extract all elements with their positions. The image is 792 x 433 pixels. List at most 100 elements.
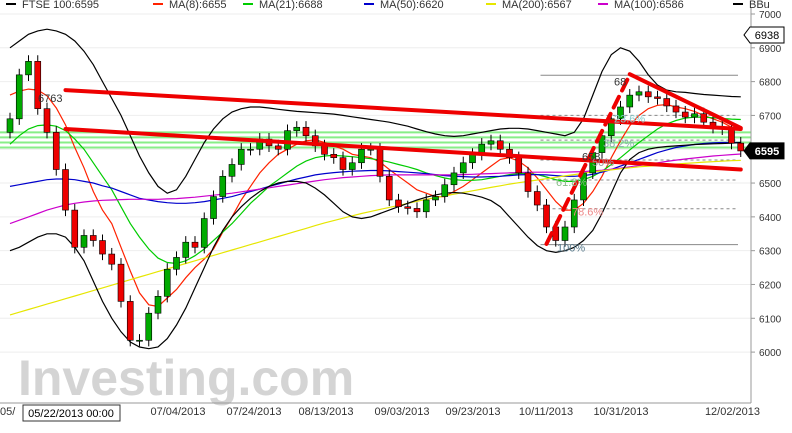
- candle-body[interactable]: [728, 128, 735, 144]
- candle-body[interactable]: [321, 145, 328, 155]
- candle-body[interactable]: [25, 61, 32, 76]
- crosshair-date-text: 05/22/2013 00:00: [28, 408, 114, 420]
- price-tag-label: 6938: [755, 30, 779, 42]
- legend-entry: MA(21):6688: [259, 0, 323, 11]
- candle-body[interactable]: [413, 208, 421, 213]
- candle-body[interactable]: [117, 263, 125, 302]
- candle-body[interactable]: [136, 339, 143, 342]
- candle-body[interactable]: [404, 206, 412, 209]
- fib-label: 38.2%: [603, 138, 634, 150]
- y-tick-label: 6900: [759, 44, 782, 55]
- legend-entry: MA(50):6620: [380, 0, 444, 11]
- candle-body[interactable]: [672, 105, 680, 113]
- candle-body[interactable]: [274, 145, 282, 150]
- candle-body[interactable]: [450, 172, 458, 186]
- y-tick-label: 6800: [759, 78, 782, 89]
- candle-body[interactable]: [459, 162, 467, 174]
- candle-body[interactable]: [15, 74, 23, 120]
- candle-body[interactable]: [71, 209, 79, 248]
- candle-body[interactable]: [126, 301, 134, 341]
- price-chart[interactable]: FTSE 100:6595 MA(8):6655 MA(21):6688 MA(50)…: [0, 0, 792, 428]
- candle-body[interactable]: [89, 235, 97, 241]
- y-tick-label: 6100: [759, 314, 782, 325]
- candle-body[interactable]: [700, 113, 708, 123]
- candle-body[interactable]: [191, 241, 199, 248]
- candle-body[interactable]: [737, 142, 745, 152]
- candle-body[interactable]: [422, 199, 430, 213]
- candle-body[interactable]: [543, 204, 550, 228]
- candle-body[interactable]: [395, 199, 402, 208]
- candle-body[interactable]: [154, 296, 162, 314]
- x-tick-label: 09/03/2013: [374, 406, 429, 418]
- candle-body[interactable]: [635, 91, 643, 96]
- legend-entry: MA(100):6586: [614, 0, 684, 11]
- candle-body[interactable]: [219, 175, 227, 197]
- candle-body[interactable]: [43, 108, 51, 133]
- candle-body[interactable]: [210, 196, 217, 219]
- x-tick-label: 12/02/2013: [705, 406, 760, 418]
- x-tick-label: 05/: [0, 406, 16, 418]
- candle-body[interactable]: [163, 268, 171, 297]
- watermark-layer: Investing.com: [18, 350, 354, 406]
- candle-body[interactable]: [173, 257, 180, 270]
- candle-body[interactable]: [182, 241, 190, 258]
- y-tick-label: 6200: [759, 280, 782, 291]
- candle-body[interactable]: [654, 96, 661, 99]
- candle-body[interactable]: [237, 148, 245, 165]
- y-tick-label: 7000: [759, 10, 782, 21]
- watermark-tspan: Investing.com: [18, 350, 354, 406]
- x-tick-label: 07/04/2013: [150, 406, 205, 418]
- candle-body[interactable]: [496, 140, 504, 150]
- candle-body[interactable]: [228, 164, 236, 177]
- price-tag-label: 6595: [755, 146, 779, 158]
- candle-body[interactable]: [247, 148, 254, 151]
- candle-body[interactable]: [663, 98, 671, 107]
- candle-body[interactable]: [284, 130, 291, 150]
- candle-body[interactable]: [302, 126, 310, 137]
- legend-entry: MA(200):6567: [502, 0, 572, 11]
- candle-body[interactable]: [358, 148, 365, 164]
- candle-body[interactable]: [6, 118, 14, 133]
- y-tick-label: 6300: [759, 247, 782, 258]
- price-annotation: 6763: [38, 93, 62, 105]
- candle-body[interactable]: [145, 312, 153, 341]
- candle-body[interactable]: [515, 157, 523, 174]
- candle-body[interactable]: [469, 154, 476, 164]
- candle-body[interactable]: [385, 175, 393, 201]
- candle-body[interactable]: [533, 191, 541, 206]
- chart-root: FTSE 100:6595 MA(8):6655 MA(21):6688 MA(50)…: [0, 0, 792, 428]
- y-tick-label: 6400: [759, 213, 782, 224]
- candle-body[interactable]: [339, 157, 347, 170]
- candle-body[interactable]: [62, 169, 69, 211]
- candle-body[interactable]: [487, 140, 495, 145]
- candle-body[interactable]: [432, 196, 439, 201]
- crosshair-date-box[interactable]: 05/22/2013 00:00: [22, 404, 121, 422]
- y-tick-label: 6700: [759, 111, 782, 122]
- candle-body[interactable]: [99, 240, 106, 255]
- candle-body[interactable]: [52, 132, 60, 170]
- x-tick-label: 10/11/2013: [519, 406, 573, 418]
- candle-body[interactable]: [524, 172, 532, 192]
- candle-body[interactable]: [200, 218, 208, 248]
- candle-body[interactable]: [108, 253, 116, 265]
- candle-body[interactable]: [330, 154, 338, 158]
- x-tick-label: 09/23/2013: [445, 406, 500, 418]
- candle-body[interactable]: [441, 184, 449, 197]
- candle-body[interactable]: [376, 148, 384, 177]
- watermark-text: Investing.com: [18, 350, 354, 406]
- y-tick-label: 6000: [759, 348, 782, 359]
- x-tick-label: 10/31/2013: [593, 406, 648, 418]
- candle-body[interactable]: [80, 235, 88, 248]
- fib-label: 23.6%: [614, 113, 645, 125]
- candle-body[interactable]: [681, 111, 689, 118]
- legend-entry: FTSE 100:6595: [22, 0, 99, 11]
- candle-body[interactable]: [644, 91, 652, 98]
- candle-body[interactable]: [626, 94, 634, 108]
- candle-body[interactable]: [561, 226, 569, 241]
- fib-label: 100%: [557, 242, 585, 254]
- candle-body[interactable]: [691, 113, 698, 118]
- fib-label: 61.8%: [556, 177, 587, 189]
- price-annotation: 658: [582, 152, 600, 164]
- candle-body[interactable]: [348, 162, 356, 170]
- candle-body[interactable]: [293, 126, 301, 131]
